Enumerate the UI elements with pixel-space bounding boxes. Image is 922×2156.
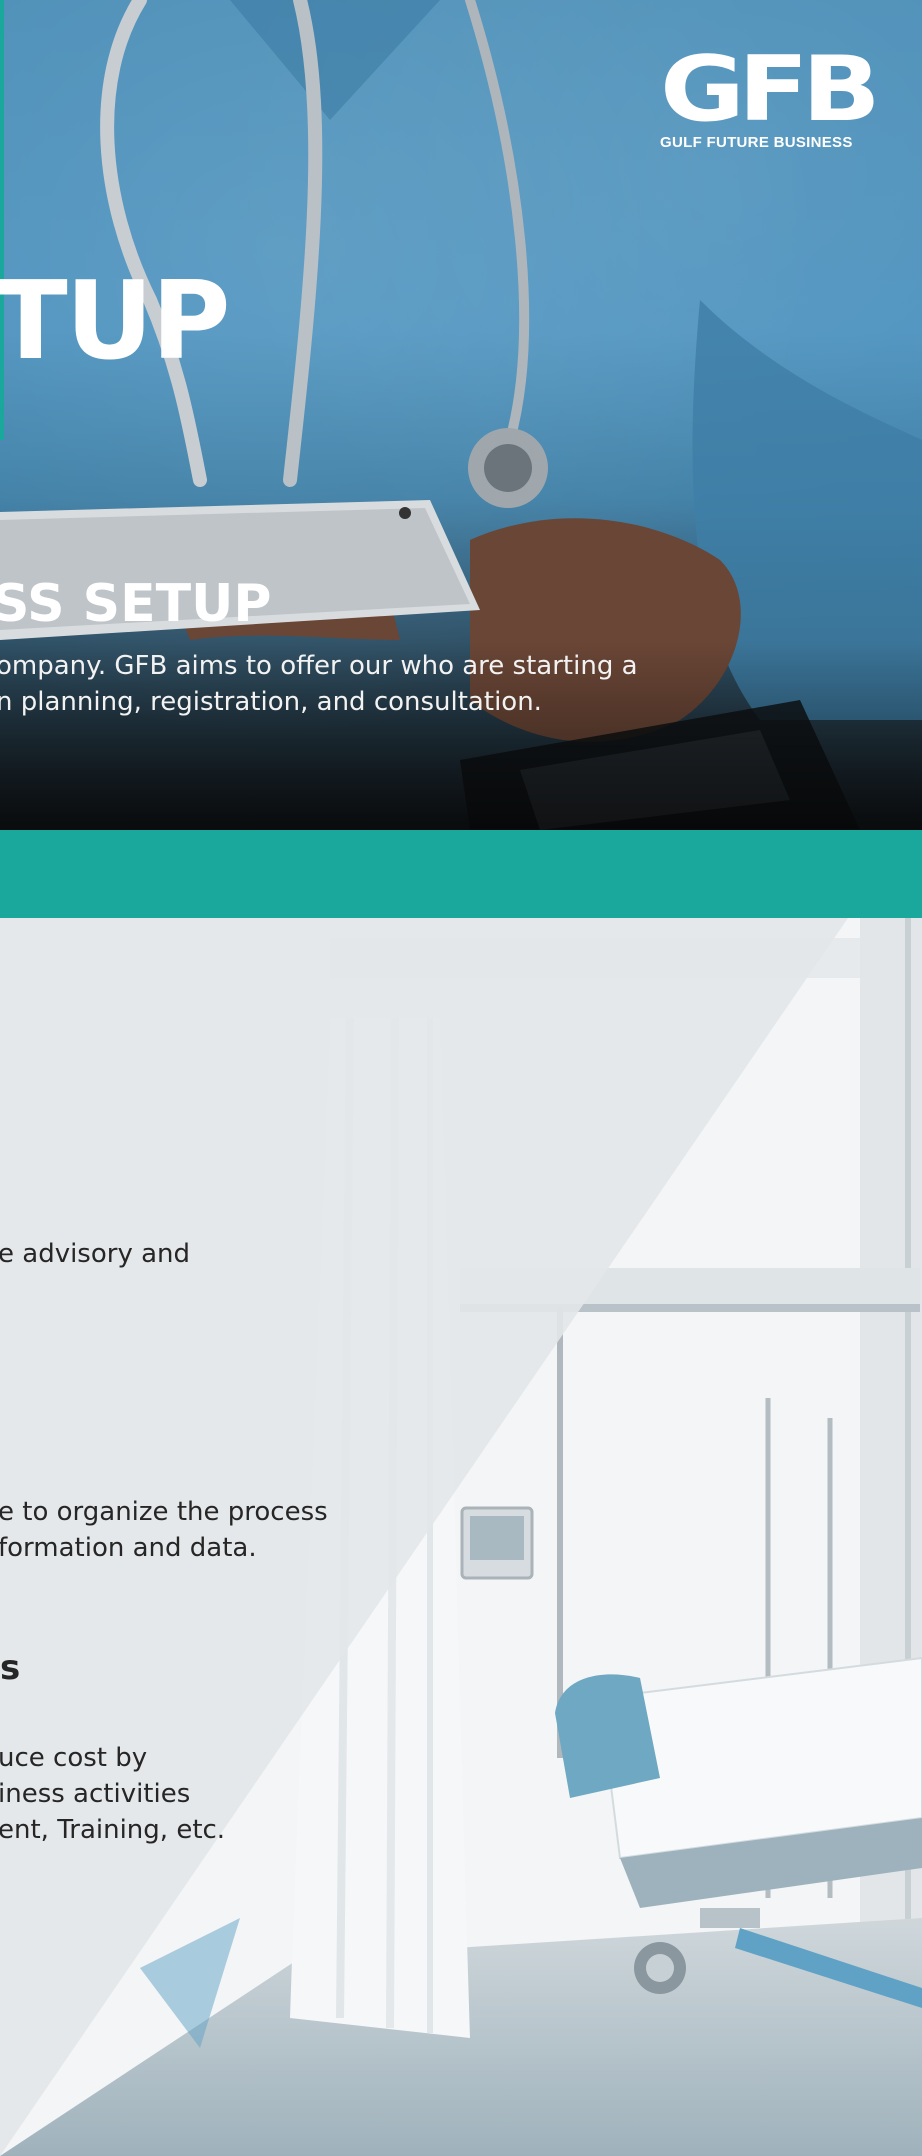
paragraph-line: uce cost by	[0, 1743, 148, 1773]
teal-divider-band	[0, 830, 922, 918]
service-paragraph-2: e to organize the process formation and …	[0, 1494, 328, 1566]
paragraph-line: ent, Training, etc.	[0, 1815, 226, 1845]
service-paragraph-3: uce cost by iness activities ent, Traini…	[0, 1740, 225, 1848]
hero-banner: GFB GULF FUTURE BUSINESS TUP SS SETUP om…	[0, 0, 922, 830]
paragraph-line: iness activities	[0, 1779, 191, 1809]
hero-subtitle: SS SETUP	[0, 574, 272, 634]
service-paragraph-1: e advisory and	[0, 1236, 190, 1272]
service-heading-fragment: s	[0, 1648, 21, 1688]
logo-mark: GFB	[660, 37, 881, 142]
paragraph-line: e to organize the process	[0, 1497, 328, 1527]
hero-description-line: n planning, registration, and consultati…	[0, 687, 542, 717]
company-logo[interactable]: GFB GULF FUTURE BUSINESS	[660, 45, 881, 152]
hero-description: ompany. GFB aims to offer our who are st…	[0, 648, 696, 720]
hero-title: TUP	[0, 259, 231, 384]
paragraph-line: formation and data.	[0, 1533, 257, 1563]
paragraph-line: e advisory and	[0, 1239, 191, 1269]
hero-description-line: ompany. GFB aims to offer our who are st…	[0, 651, 638, 681]
